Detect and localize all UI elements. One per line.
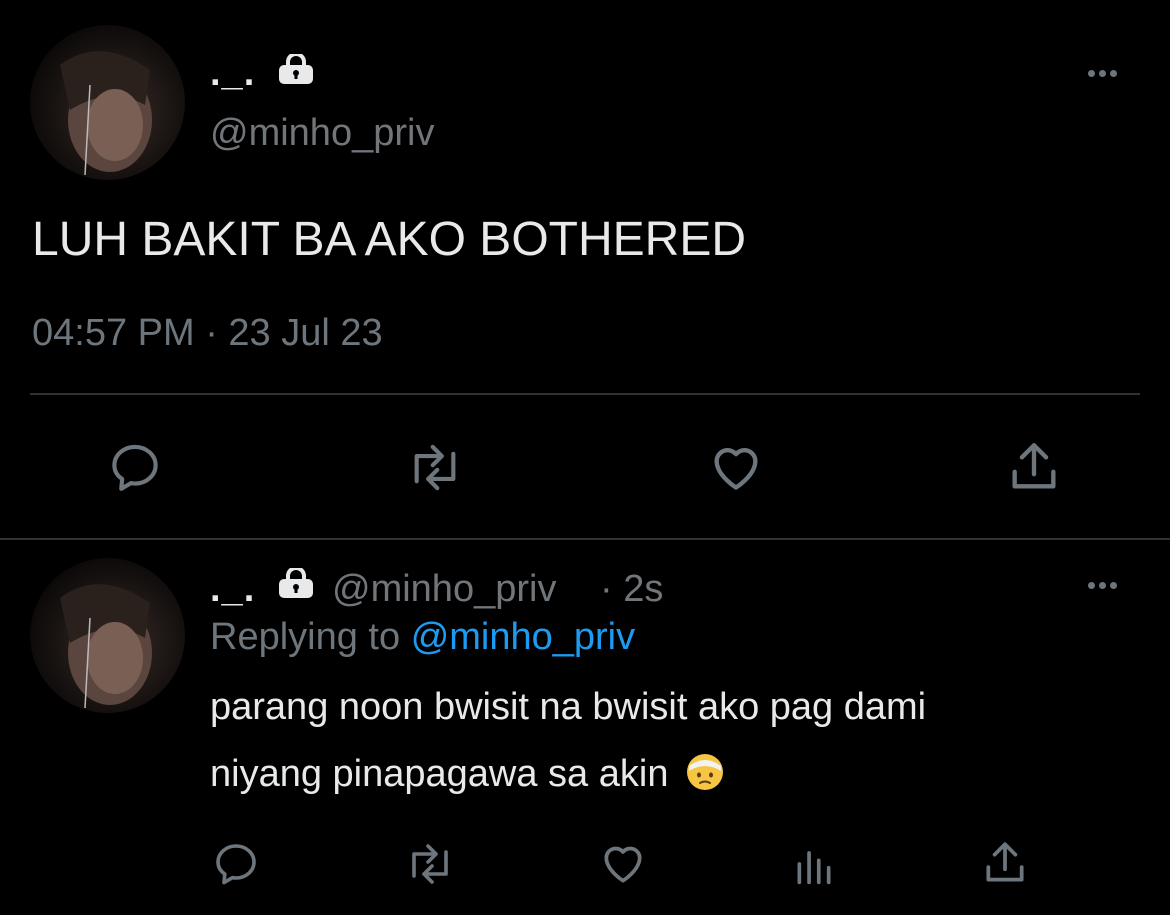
avatar[interactable] [30, 558, 185, 713]
reply-text-line1: parang noon bwisit na bwisit ako pag dam… [210, 686, 927, 728]
reply-text-line2: niyang pinapagawa sa akin [210, 752, 725, 802]
display-name[interactable]: ._. [210, 568, 255, 611]
divider [30, 393, 1140, 395]
reply-time[interactable]: · 2s [600, 568, 663, 611]
more-icon[interactable] [1088, 582, 1117, 589]
reply-text-line2-text: niyang pinapagawa sa akin [210, 753, 669, 795]
tweet-text: LUH BAKIT BA AKO BOTHERED [32, 213, 746, 266]
divider [0, 538, 1170, 540]
avatar[interactable] [30, 25, 185, 180]
avatar-image [60, 584, 152, 709]
handle[interactable]: @minho_priv [210, 112, 434, 155]
replying-prefix: Replying to [210, 616, 401, 658]
replying-handle-link[interactable]: @minho_priv [411, 616, 635, 658]
replying-to: Replying to @minho_priv [210, 616, 635, 659]
lock-icon [276, 52, 316, 84]
avatar-image [60, 51, 152, 176]
share-icon[interactable] [980, 838, 1030, 888]
reply-icon[interactable] [210, 840, 262, 888]
share-icon[interactable] [1005, 438, 1063, 496]
tweet-timestamp: 04:57 PM · 23 Jul 23 [32, 312, 383, 354]
like-icon[interactable] [596, 838, 650, 888]
retweet-icon[interactable] [400, 440, 470, 495]
views-icon[interactable] [792, 842, 836, 886]
retweet-icon[interactable] [400, 840, 460, 888]
handle[interactable]: @minho_priv [332, 568, 556, 611]
lock-icon [276, 566, 316, 598]
face-with-head-bandage-emoji [685, 752, 725, 802]
reply-icon[interactable] [105, 440, 165, 495]
display-name[interactable]: ._. [210, 52, 255, 95]
like-icon[interactable] [705, 438, 767, 496]
more-icon[interactable] [1088, 70, 1117, 77]
